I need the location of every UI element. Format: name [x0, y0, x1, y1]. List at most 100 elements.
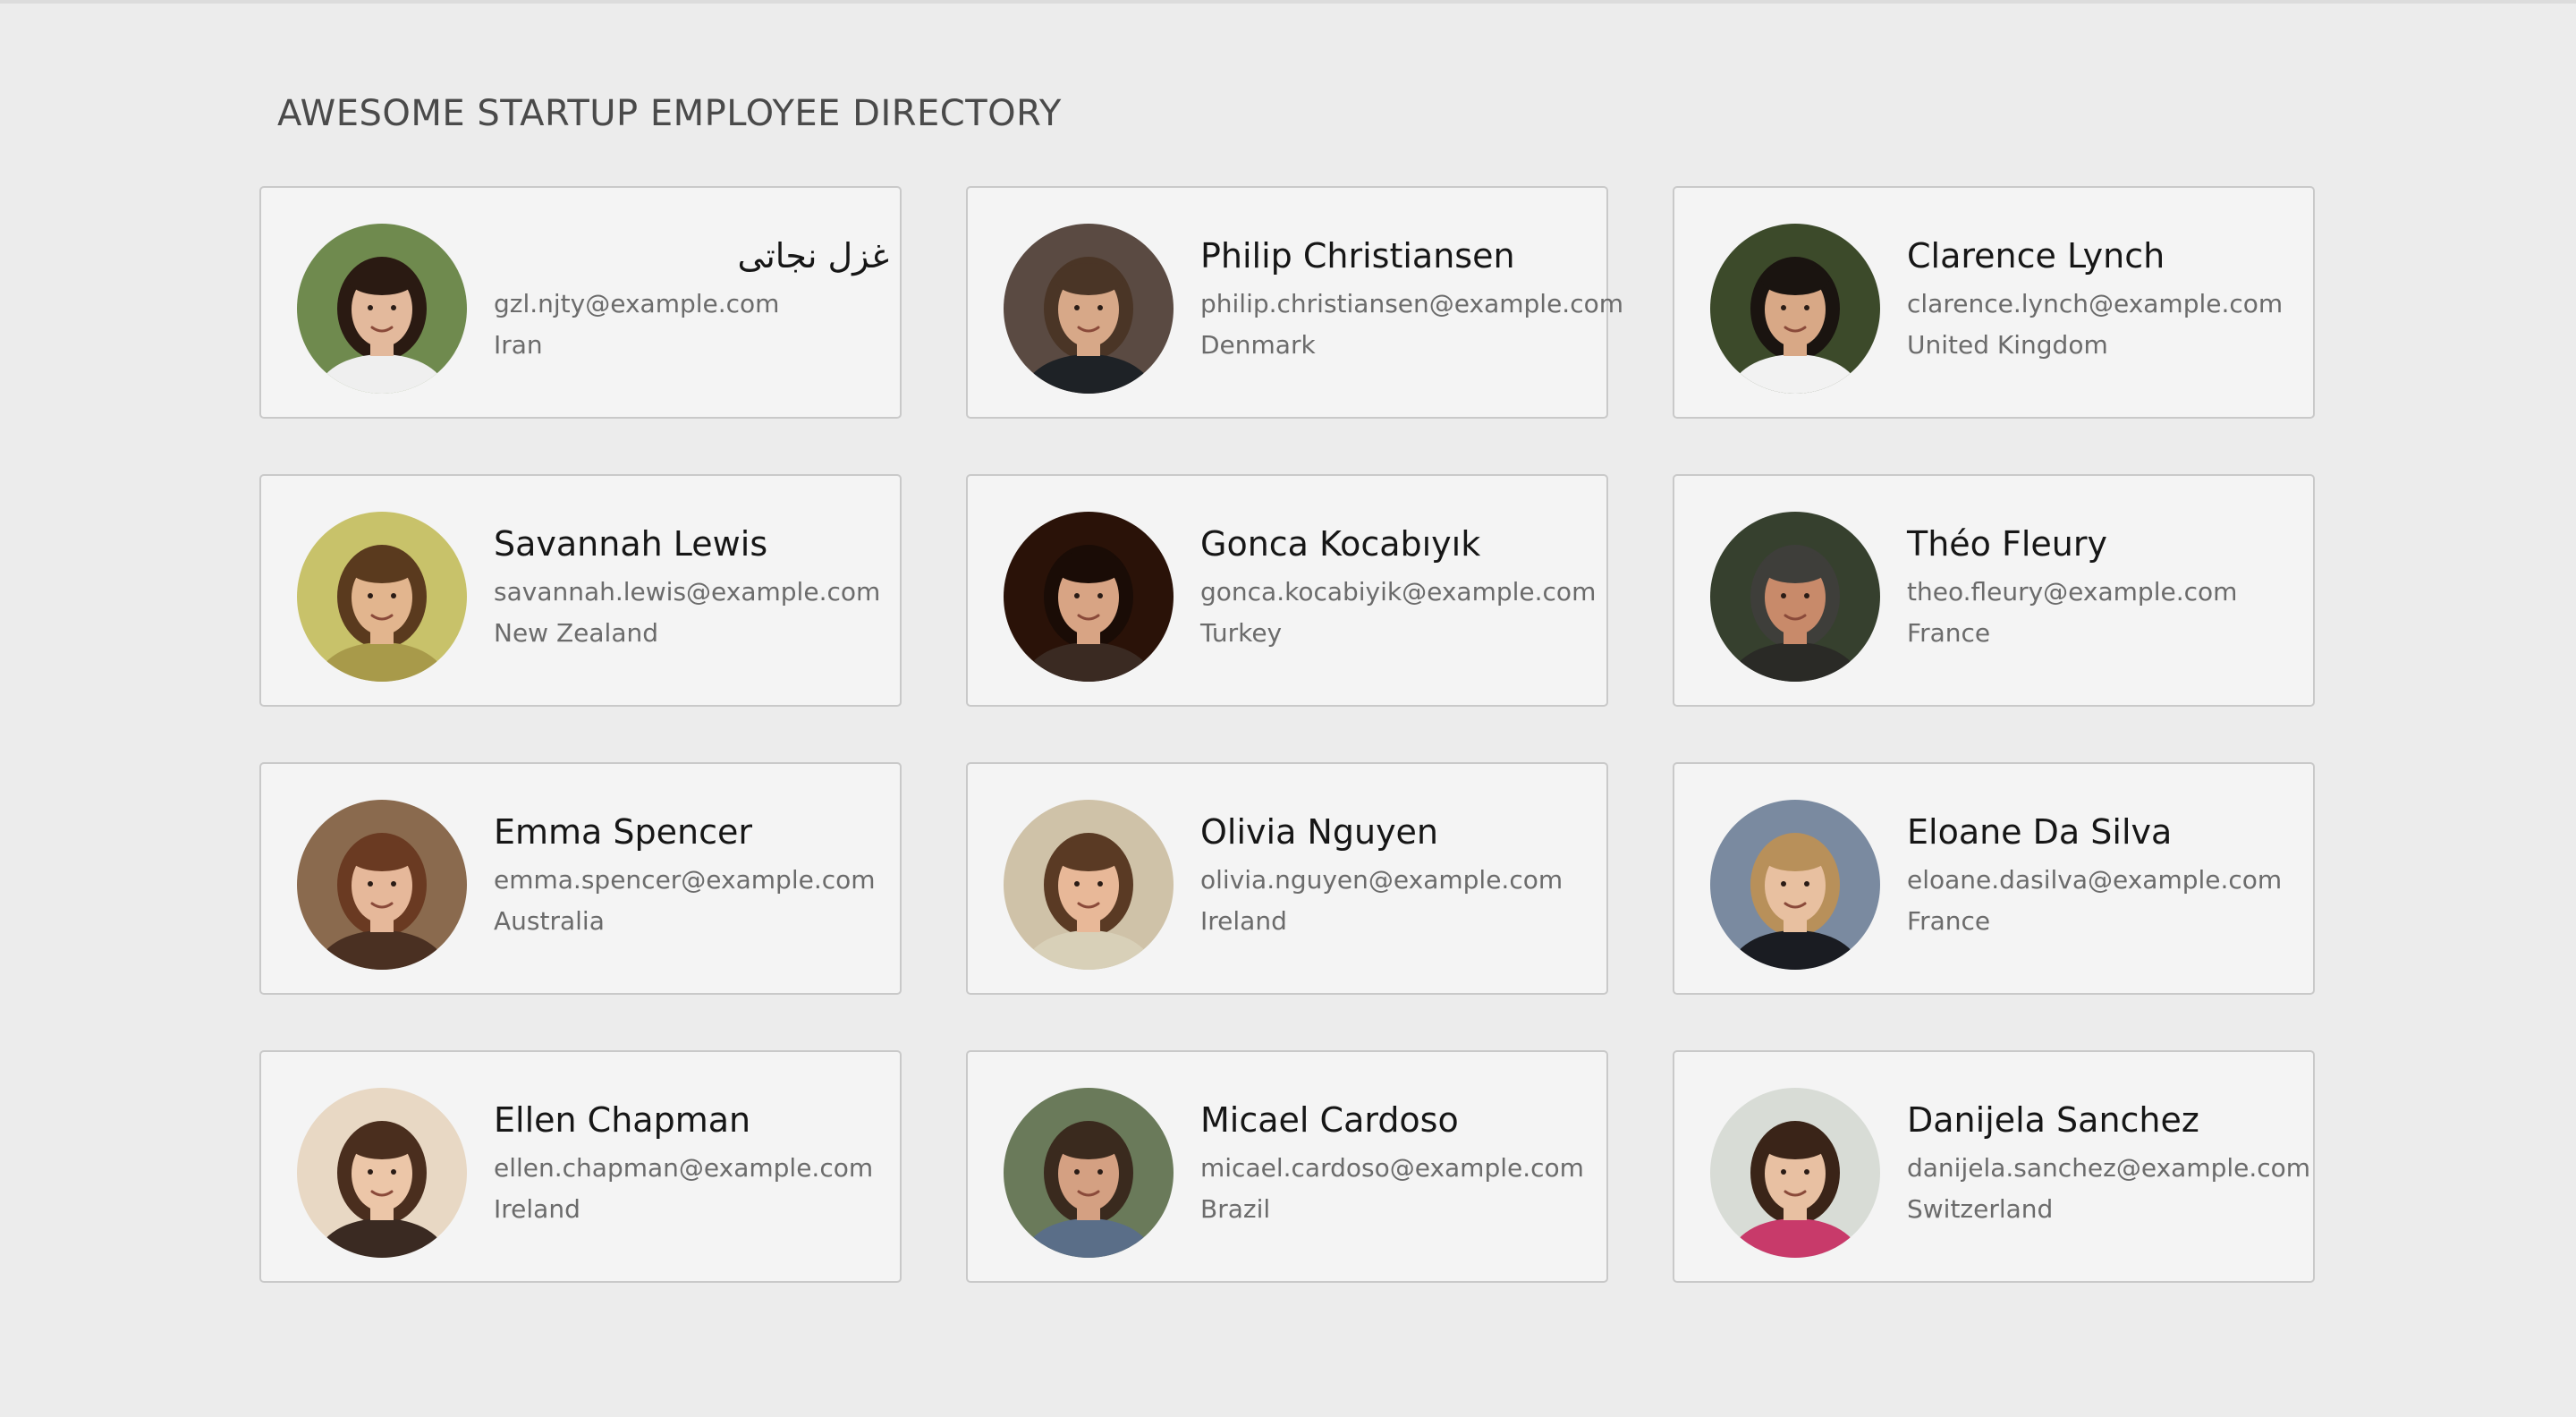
avatar: [1710, 800, 1880, 970]
avatar: [1004, 224, 1174, 394]
employee-email: micael.cardoso@example.com: [1200, 1153, 1584, 1183]
portrait-hairline: [348, 263, 416, 295]
portrait-eye-right: [1097, 593, 1103, 598]
portrait-eye-left: [1781, 881, 1786, 887]
portrait-eye-left: [1074, 305, 1080, 310]
portrait-hairline: [348, 839, 416, 871]
portrait-eye-right: [391, 305, 396, 310]
avatar-portrait: [1004, 1088, 1174, 1258]
employee-country: France: [1907, 618, 1991, 648]
portrait-hairline: [1761, 263, 1829, 295]
employee-card[interactable]: Gonca Kocabıyık gonca.kocabiyik@example.…: [966, 474, 1608, 707]
employee-name: Micael Cardoso: [1200, 1100, 1459, 1140]
portrait-hairline: [1761, 1127, 1829, 1159]
employee-country: Switzerland: [1907, 1194, 2054, 1224]
portrait-eye-right: [1804, 593, 1809, 598]
avatar: [1004, 1088, 1174, 1258]
employee-card[interactable]: Olivia Nguyen olivia.nguyen@example.com …: [966, 762, 1608, 995]
employee-card[interactable]: Clarence Lynch clarence.lynch@example.co…: [1673, 186, 2315, 419]
employee-country: Turkey: [1200, 618, 1283, 648]
avatar: [297, 512, 467, 682]
portrait-eye-left: [1781, 1169, 1786, 1175]
portrait-hairline: [348, 1127, 416, 1159]
portrait-eye-left: [1074, 1169, 1080, 1175]
employee-name: Philip Christiansen: [1200, 236, 1515, 276]
avatar: [1004, 512, 1174, 682]
page-title: AWESOME STARTUP EMPLOYEE DIRECTORY: [277, 93, 1062, 134]
portrait-hairline: [1761, 839, 1829, 871]
avatar-portrait: [297, 1088, 467, 1258]
portrait-eye-left: [1781, 593, 1786, 598]
avatar-portrait: [1004, 800, 1174, 970]
employee-name: Olivia Nguyen: [1200, 812, 1439, 852]
employee-card[interactable]: غزل نجاتی gzl.njty@example.com Iran: [259, 186, 902, 419]
employee-card[interactable]: Danijela Sanchez danijela.sanchez@exampl…: [1673, 1050, 2315, 1283]
portrait-hairline: [1761, 551, 1829, 583]
portrait-eye-right: [1804, 881, 1809, 887]
employee-email: gzl.njty@example.com: [494, 289, 780, 318]
avatar-portrait: [297, 512, 467, 682]
portrait-hairline: [1055, 551, 1123, 583]
directory-page: AWESOME STARTUP EMPLOYEE DIRECTORY غزل ن…: [0, 0, 2576, 1417]
avatar: [297, 224, 467, 394]
employee-email: gonca.kocabiyik@example.com: [1200, 577, 1597, 607]
employee-country: United Kingdom: [1907, 330, 2108, 360]
employee-name: غزل نجاتی: [737, 236, 889, 276]
portrait-eye-right: [1097, 305, 1103, 310]
employee-email: emma.spencer@example.com: [494, 865, 876, 895]
avatar-portrait: [1004, 512, 1174, 682]
portrait-eye-left: [368, 593, 373, 598]
employee-email: olivia.nguyen@example.com: [1200, 865, 1563, 895]
portrait-hairline: [1055, 1127, 1123, 1159]
portrait-eye-right: [1097, 1169, 1103, 1175]
employee-country: New Zealand: [494, 618, 658, 648]
employee-country: Denmark: [1200, 330, 1316, 360]
avatar-portrait: [1004, 224, 1174, 394]
avatar-portrait: [1710, 800, 1880, 970]
employee-country: Iran: [494, 330, 543, 360]
employee-name: Eloane Da Silva: [1907, 812, 2173, 852]
employee-card[interactable]: Philip Christiansen philip.christiansen@…: [966, 186, 1623, 419]
employee-name: Savannah Lewis: [494, 524, 768, 564]
portrait-eye-right: [1804, 305, 1809, 310]
employee-card[interactable]: Emma Spencer emma.spencer@example.com Au…: [259, 762, 902, 995]
portrait-eye-left: [1781, 305, 1786, 310]
employee-card[interactable]: Micael Cardoso micael.cardoso@example.co…: [966, 1050, 1608, 1283]
portrait-hairline: [348, 551, 416, 583]
employee-country: Australia: [494, 906, 605, 936]
employee-name: Ellen Chapman: [494, 1100, 751, 1140]
portrait-eye-right: [391, 1169, 396, 1175]
employee-email: clarence.lynch@example.com: [1907, 289, 2284, 318]
avatar: [1710, 1088, 1880, 1258]
portrait-hairline: [1055, 839, 1123, 871]
employee-card[interactable]: Ellen Chapman ellen.chapman@example.com …: [259, 1050, 902, 1283]
avatar-portrait: [297, 800, 467, 970]
employee-name: Clarence Lynch: [1907, 236, 2165, 276]
employee-card[interactable]: Eloane Da Silva eloane.dasilva@example.c…: [1673, 762, 2315, 995]
portrait-eye-left: [1074, 593, 1080, 598]
avatar-portrait: [1710, 1088, 1880, 1258]
employee-name: Emma Spencer: [494, 812, 753, 852]
employee-country: Brazil: [1200, 1194, 1271, 1224]
employee-card[interactable]: Théo Fleury theo.fleury@example.com Fran…: [1673, 474, 2315, 707]
portrait-eye-right: [1097, 881, 1103, 887]
employee-grid: غزل نجاتی gzl.njty@example.com Iran Phil…: [259, 186, 2315, 1283]
employee-email: savannah.lewis@example.com: [494, 577, 881, 607]
portrait-eye-right: [391, 881, 396, 887]
avatar: [297, 1088, 467, 1258]
portrait-eye-left: [1074, 881, 1080, 887]
employee-country: Ireland: [1200, 906, 1287, 936]
employee-country: Ireland: [494, 1194, 580, 1224]
portrait-eye-left: [368, 881, 373, 887]
employee-email: philip.christiansen@example.com: [1200, 289, 1623, 318]
employee-card[interactable]: Savannah Lewis savannah.lewis@example.co…: [259, 474, 902, 707]
portrait-eye-left: [368, 1169, 373, 1175]
portrait-eye-left: [368, 305, 373, 310]
employee-email: ellen.chapman@example.com: [494, 1153, 874, 1183]
portrait-eye-right: [391, 593, 396, 598]
employee-country: France: [1907, 906, 1991, 936]
avatar-portrait: [1710, 512, 1880, 682]
employee-name: Théo Fleury: [1907, 524, 2107, 564]
employee-email: theo.fleury@example.com: [1907, 577, 2238, 607]
portrait-eye-right: [1804, 1169, 1809, 1175]
